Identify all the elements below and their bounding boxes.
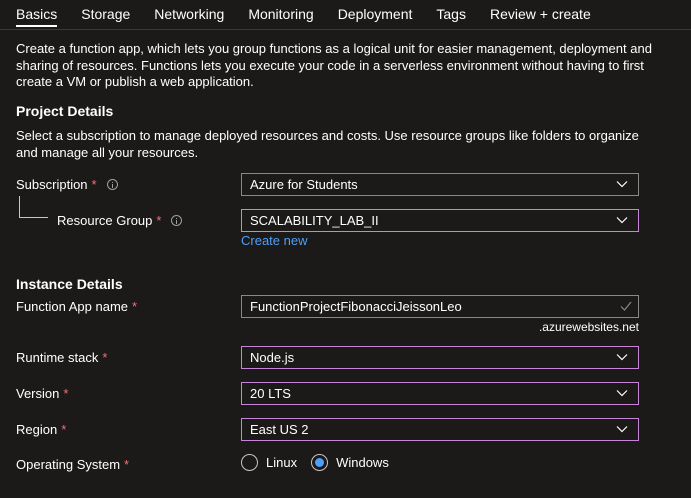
- chevron-down-icon: [616, 181, 628, 188]
- radio-windows-label[interactable]: Windows: [336, 455, 389, 470]
- info-icon[interactable]: [106, 179, 118, 190]
- required-marker: *: [156, 213, 162, 228]
- create-new-link[interactable]: Create new: [241, 233, 307, 248]
- radio-linux-label[interactable]: Linux: [266, 455, 297, 470]
- runtime-stack-label: Runtime stack *: [16, 350, 107, 365]
- project-details-heading: Project Details: [16, 103, 114, 119]
- required-marker: *: [63, 386, 69, 401]
- subscription-dropdown[interactable]: Azure for Students: [241, 173, 639, 196]
- radio-linux[interactable]: [241, 454, 258, 471]
- chevron-down-icon: [616, 217, 628, 224]
- runtime-stack-label-text: Runtime stack: [16, 350, 99, 365]
- runtime-stack-value: Node.js: [250, 350, 295, 365]
- function-app-name-label-text: Function App name: [16, 299, 129, 314]
- required-marker: *: [91, 177, 97, 192]
- resource-group-label-text: Resource Group: [57, 213, 153, 228]
- intro-text: Create a function app, which lets you gr…: [16, 41, 652, 89]
- project-details-description: Select a subscription to manage deployed…: [16, 128, 639, 160]
- tree-connector-vertical: [19, 196, 20, 218]
- required-marker: *: [132, 299, 138, 314]
- subscription-value: Azure for Students: [250, 177, 358, 192]
- tree-connector-horizontal: [19, 217, 48, 218]
- tab-basics[interactable]: Basics: [16, 0, 58, 30]
- chevron-down-icon: [616, 426, 628, 433]
- region-dropdown[interactable]: East US 2: [241, 418, 639, 441]
- function-app-basics-page: Basics Storage Networking Monitoring Dep…: [0, 0, 691, 498]
- tab-storage[interactable]: Storage: [81, 0, 130, 30]
- operating-system-radio-group: Linux Windows: [241, 454, 403, 471]
- info-icon[interactable]: [171, 215, 183, 226]
- version-label-text: Version: [16, 386, 60, 401]
- tab-review-create[interactable]: Review + create: [490, 0, 591, 30]
- function-app-name-input[interactable]: FunctionProjectFibonacciJeissonLeo: [241, 295, 639, 318]
- version-dropdown[interactable]: 20 LTS: [241, 382, 639, 405]
- function-app-name-label: Function App name *: [16, 299, 137, 314]
- checkmark-icon: [620, 301, 632, 311]
- operating-system-label: Operating System *: [16, 457, 129, 472]
- version-value: 20 LTS: [250, 386, 291, 401]
- required-marker: *: [102, 350, 108, 365]
- tab-networking[interactable]: Networking: [154, 0, 224, 30]
- tab-deployment[interactable]: Deployment: [338, 0, 413, 30]
- region-value: East US 2: [250, 422, 309, 437]
- tab-divider: [0, 29, 691, 30]
- subscription-label: Subscription *: [16, 177, 118, 192]
- instance-details-heading: Instance Details: [16, 276, 123, 292]
- chevron-down-icon: [616, 354, 628, 361]
- required-marker: *: [124, 457, 130, 472]
- resource-group-label: Resource Group *: [57, 213, 183, 228]
- region-label-text: Region: [16, 422, 58, 437]
- tab-tags[interactable]: Tags: [436, 0, 466, 30]
- tab-monitoring[interactable]: Monitoring: [248, 0, 313, 30]
- runtime-stack-dropdown[interactable]: Node.js: [241, 346, 639, 369]
- radio-windows[interactable]: [311, 454, 329, 471]
- resource-group-dropdown[interactable]: SCALABILITY_LAB_II: [241, 209, 639, 232]
- operating-system-label-text: Operating System: [16, 457, 121, 472]
- chevron-down-icon: [616, 390, 628, 397]
- version-label: Version *: [16, 386, 68, 401]
- domain-suffix: .azurewebsites.net: [538, 320, 639, 334]
- function-app-name-value: FunctionProjectFibonacciJeissonLeo: [250, 299, 462, 314]
- tab-bar: Basics Storage Networking Monitoring Dep…: [16, 0, 615, 30]
- required-marker: *: [61, 422, 67, 437]
- resource-group-value: SCALABILITY_LAB_II: [250, 213, 379, 228]
- subscription-label-text: Subscription: [16, 177, 88, 192]
- region-label: Region *: [16, 422, 66, 437]
